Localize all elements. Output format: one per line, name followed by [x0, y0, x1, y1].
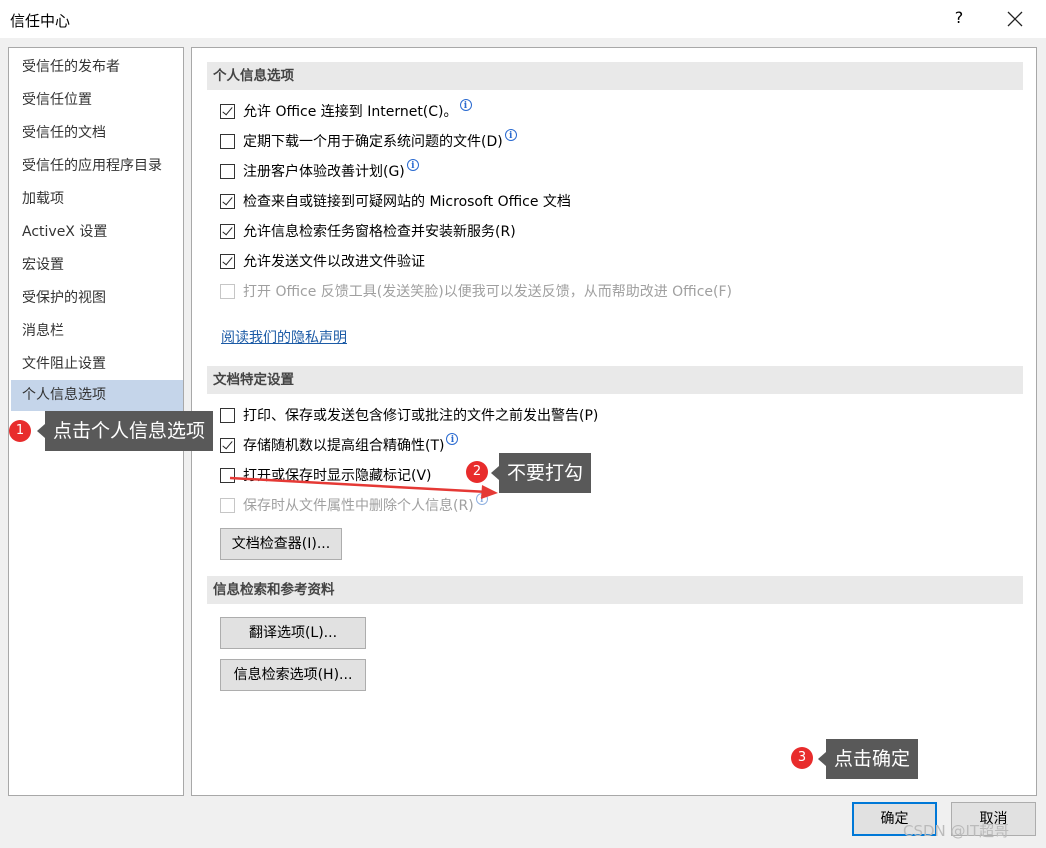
- sidebar-item-trusted-locations[interactable]: 受信任位置: [11, 85, 183, 115]
- sidebar-item-file-block[interactable]: 文件阻止设置: [11, 349, 183, 379]
- info-icon[interactable]: i: [406, 159, 419, 171]
- option-label: 允许信息检索任务窗格检查并安装新服务(R): [243, 224, 516, 240]
- research-options-button[interactable]: 信息检索选项(H)...: [220, 659, 366, 691]
- checkbox[interactable]: [220, 194, 235, 209]
- annotation-badge-2: 2: [466, 461, 488, 483]
- checkbox: [220, 284, 235, 299]
- checkbox[interactable]: [220, 104, 235, 119]
- checkbox[interactable]: [220, 438, 235, 453]
- sidebar-item-macro[interactable]: 宏设置: [11, 250, 183, 280]
- translation-options-button[interactable]: 翻译选项(L)...: [220, 617, 366, 649]
- annotation-tooltip-2: 不要打勾: [490, 453, 592, 493]
- help-button[interactable]: ?: [946, 4, 972, 32]
- close-button[interactable]: [1000, 3, 1030, 33]
- annotation-badge-1: 1: [9, 420, 31, 442]
- sidebar-item-protected-view[interactable]: 受保护的视图: [11, 283, 183, 313]
- option-label: 允许 Office 连接到 Internet(C)。: [243, 104, 458, 120]
- option-label: 注册客户体验改善计划(G): [243, 164, 405, 180]
- annotation-tooltip-3: 点击确定: [817, 739, 919, 779]
- sidebar-item-privacy-options[interactable]: 个人信息选项: [11, 380, 183, 411]
- close-icon: [1007, 11, 1023, 27]
- option-label: 保存时从文件属性中删除个人信息(R): [243, 498, 474, 514]
- document-inspector-button[interactable]: 文档检查器(I)...: [220, 528, 342, 560]
- sidebar-item-trusted-app-catalogs[interactable]: 受信任的应用程序目录: [11, 151, 183, 181]
- checkbox[interactable]: [220, 468, 235, 483]
- option-label: 定期下载一个用于确定系统问题的文件(D): [243, 134, 503, 150]
- title-bar: 信任中心 ?: [0, 0, 1046, 38]
- section-personal-title: 个人信息选项: [207, 62, 1023, 90]
- option-label: 存储随机数以提高组合精确性(T): [243, 438, 445, 454]
- info-icon: i: [475, 493, 488, 505]
- option-label: 打印、保存或发送包含修订或批注的文件之前发出警告(P): [243, 408, 599, 424]
- sidebar-item-trusted-publishers[interactable]: 受信任的发布者: [11, 52, 183, 82]
- privacy-statement-link[interactable]: 阅读我们的隐私声明: [221, 327, 347, 347]
- watermark: CSDN @IT超哥: [903, 822, 1010, 840]
- annotation-badge-3: 3: [791, 747, 813, 769]
- option-label: 打开 Office 反馈工具(发送笑脸)以便我可以发送反馈，从而帮助改进 Off…: [243, 284, 732, 300]
- main-panel: 个人信息选项 允许 Office 连接到 Internet(C)。 i 定期下载一…: [191, 47, 1037, 796]
- window-title: 信任中心: [10, 12, 71, 30]
- sidebar-item-add-ins[interactable]: 加载项: [11, 184, 183, 214]
- checkbox[interactable]: [220, 254, 235, 269]
- checkbox[interactable]: [220, 164, 235, 179]
- checkbox[interactable]: [220, 224, 235, 239]
- section-document-title: 文档特定设置: [207, 366, 1023, 394]
- sidebar-item-trusted-documents[interactable]: 受信任的文档: [11, 118, 183, 148]
- annotation-tooltip-1: 点击个人信息选项: [36, 411, 214, 451]
- info-icon[interactable]: i: [504, 129, 517, 141]
- checkbox[interactable]: [220, 408, 235, 423]
- option-label: 检查来自或链接到可疑网站的 Microsoft Office 文档: [243, 194, 571, 210]
- option-label: 打开或保存时显示隐藏标记(V): [243, 468, 432, 484]
- checkbox[interactable]: [220, 134, 235, 149]
- info-icon[interactable]: i: [446, 433, 459, 445]
- checkbox: [220, 498, 235, 513]
- sidebar-item-message-bar[interactable]: 消息栏: [11, 316, 183, 346]
- section-research-title: 信息检索和参考资料: [207, 576, 1023, 604]
- info-icon[interactable]: i: [459, 99, 472, 111]
- option-label: 允许发送文件以改进文件验证: [243, 254, 425, 270]
- sidebar-item-activex[interactable]: ActiveX 设置: [11, 217, 183, 247]
